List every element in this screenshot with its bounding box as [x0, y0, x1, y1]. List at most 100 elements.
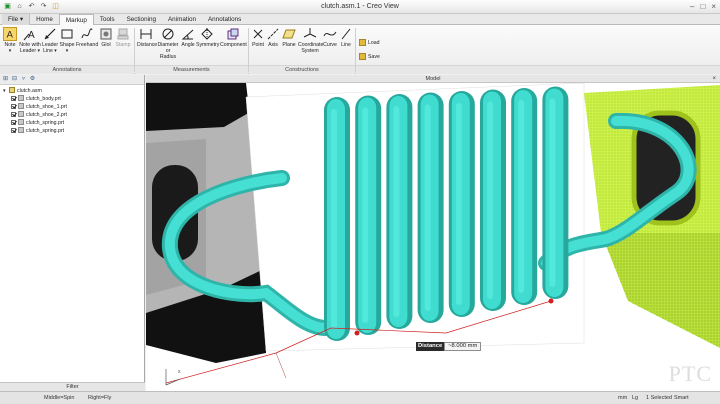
component-button[interactable]: Component	[220, 27, 247, 48]
diameter-button[interactable]: Diameter or Radius	[157, 27, 179, 60]
measure-point-2[interactable]	[548, 298, 554, 304]
svg-text:A: A	[28, 30, 35, 41]
curve-icon	[323, 31, 337, 37]
group-label-empty	[356, 65, 720, 74]
structure-settings-icon[interactable]: ⚙	[29, 76, 36, 83]
tab-file[interactable]: File ▾	[2, 14, 31, 25]
title-bar: ▣ ⌂ ↶ ↷ ◫ clutch.asm.1 - Creo View – □ ×	[0, 0, 720, 14]
tree-item[interactable]: clutch_shoe_2.prt	[3, 111, 141, 119]
plane-button[interactable]: Plane	[281, 27, 297, 48]
spring-coil-shine	[487, 101, 493, 299]
measure-point-1[interactable]	[354, 330, 360, 336]
visibility-checkbox[interactable]	[11, 95, 16, 101]
axis-button[interactable]: Axis	[266, 27, 280, 48]
visibility-checkbox[interactable]	[11, 119, 16, 125]
angle-label: Angle	[181, 42, 195, 48]
tab-sectioning[interactable]: Sectioning	[121, 14, 162, 25]
shape-label2: ▾	[65, 48, 69, 54]
tree-item[interactable]: clutch_body.prt	[3, 95, 141, 103]
expand-icon[interactable]: ⊞	[2, 76, 9, 83]
tab-annotations[interactable]: Annotations	[202, 14, 247, 25]
glol-icon	[100, 28, 112, 40]
freehand-button[interactable]: Freehand	[76, 27, 98, 48]
assembly-icon	[9, 87, 15, 93]
shape-button[interactable]: Shape ▾	[59, 27, 75, 54]
point-label: Point	[252, 42, 264, 48]
mouse-hint-right: Right=Fly	[88, 395, 112, 401]
curve-button[interactable]: Curve	[323, 27, 337, 48]
maximize-icon[interactable]: □	[700, 2, 705, 11]
collapse-icon[interactable]: ⊟	[11, 76, 18, 83]
ribbon-tabs: File ▾ Home Markup Tools Sectioning Anim…	[0, 14, 720, 26]
angle-button[interactable]: Angle	[181, 27, 195, 48]
tree-item[interactable]: clutch_spring.prt	[3, 127, 141, 135]
note-leader-icon: A	[23, 30, 35, 41]
freehand-icon	[81, 28, 93, 39]
load-label: Load	[368, 39, 380, 46]
distance-readout-key: Distance	[416, 342, 445, 351]
symmetry-icon	[201, 28, 213, 40]
axis-label: Axis	[268, 42, 278, 48]
distance-readout-value: ~8.000 mm	[444, 342, 482, 351]
point-icon	[253, 29, 263, 39]
spring-coil-shine	[362, 107, 369, 323]
coordinate-system-label2: System	[301, 48, 319, 54]
line-button[interactable]: Line	[339, 27, 353, 48]
minimize-icon[interactable]: –	[690, 2, 694, 11]
spring-coil-shine	[331, 109, 337, 329]
note-button[interactable]: A Note ▾	[2, 27, 18, 54]
housing-green-side[interactable]	[601, 233, 720, 348]
note-label2: ▾	[8, 48, 12, 54]
visibility-checkbox[interactable]	[11, 127, 16, 133]
distance-icon	[140, 29, 152, 39]
coordinate-system-button[interactable]: Coordinate System	[298, 27, 323, 54]
point-button[interactable]: Point	[251, 27, 265, 48]
load-button[interactable]: Load	[359, 39, 380, 46]
symmetry-label: Symmetry	[196, 42, 220, 48]
note-icon: A	[3, 27, 17, 41]
creo-view-window: ▣ ⌂ ↶ ↷ ◫ clutch.asm.1 - Creo View – □ ×…	[0, 0, 720, 404]
part-icon	[18, 103, 24, 109]
tree-item-label: clutch_shoe_2.prt	[26, 112, 67, 118]
load-icon	[359, 39, 366, 46]
filter-bar[interactable]: Filter	[0, 382, 145, 391]
tree-item[interactable]: clutch_spring.prt	[3, 119, 141, 127]
tab-home[interactable]: Home	[30, 14, 59, 25]
spring-coil-shine	[518, 100, 525, 293]
structure-toolbar: ⊞ ⊟ ▿ ⚙	[0, 75, 144, 85]
tree-filter-icon[interactable]: ▿	[20, 76, 27, 83]
window-title: clutch.asm.1 - Creo View	[321, 3, 399, 10]
part-icon	[18, 111, 24, 117]
stamp-button[interactable]: Stamp	[114, 27, 132, 48]
save-button[interactable]: Save	[359, 53, 380, 60]
close-icon[interactable]: ×	[711, 2, 716, 11]
tree-item-label: clutch_body.prt	[26, 96, 61, 102]
save-label: Save	[368, 53, 380, 60]
visibility-checkbox[interactable]	[11, 103, 16, 109]
tab-tools[interactable]: Tools	[94, 14, 121, 25]
spring-coil-shine	[424, 104, 431, 311]
note-with-leader-button[interactable]: A Note with Leader ▾	[19, 27, 41, 54]
visibility-checkbox[interactable]	[11, 111, 16, 117]
spring-coil-shine	[549, 98, 556, 287]
viewport-close-icon[interactable]: ×	[712, 75, 716, 83]
tab-animation[interactable]: Animation	[162, 14, 202, 25]
freehand-label: Freehand	[76, 42, 99, 48]
component-icon	[227, 28, 239, 40]
angle-icon	[181, 29, 194, 40]
plane-icon	[282, 29, 296, 39]
tree-root[interactable]: ▾ clutch.asm	[3, 87, 141, 95]
model-viewport[interactable]: x Distance ~8.000 mm PTC	[146, 83, 720, 391]
symmetry-button[interactable]: Symmetry	[196, 27, 220, 48]
viewport-header: Model ×	[146, 75, 720, 83]
glol-button[interactable]: Glol	[99, 27, 113, 48]
structure-panel: ⊞ ⊟ ▿ ⚙ ▾ clutch.asm clutch_body.prt clut…	[0, 75, 145, 391]
status-mode: Smart	[674, 395, 689, 401]
tree-item-label: clutch_shoe_1.prt	[26, 104, 67, 110]
stamp-icon	[117, 28, 129, 40]
spring-coil-shine	[455, 103, 462, 305]
tree-item[interactable]: clutch_shoe_1.prt	[3, 103, 141, 111]
distance-button[interactable]: Distance	[137, 27, 157, 48]
leader-line-button[interactable]: Leader Line ▾	[42, 27, 58, 54]
group-label-constructions: Constructions	[249, 65, 355, 74]
